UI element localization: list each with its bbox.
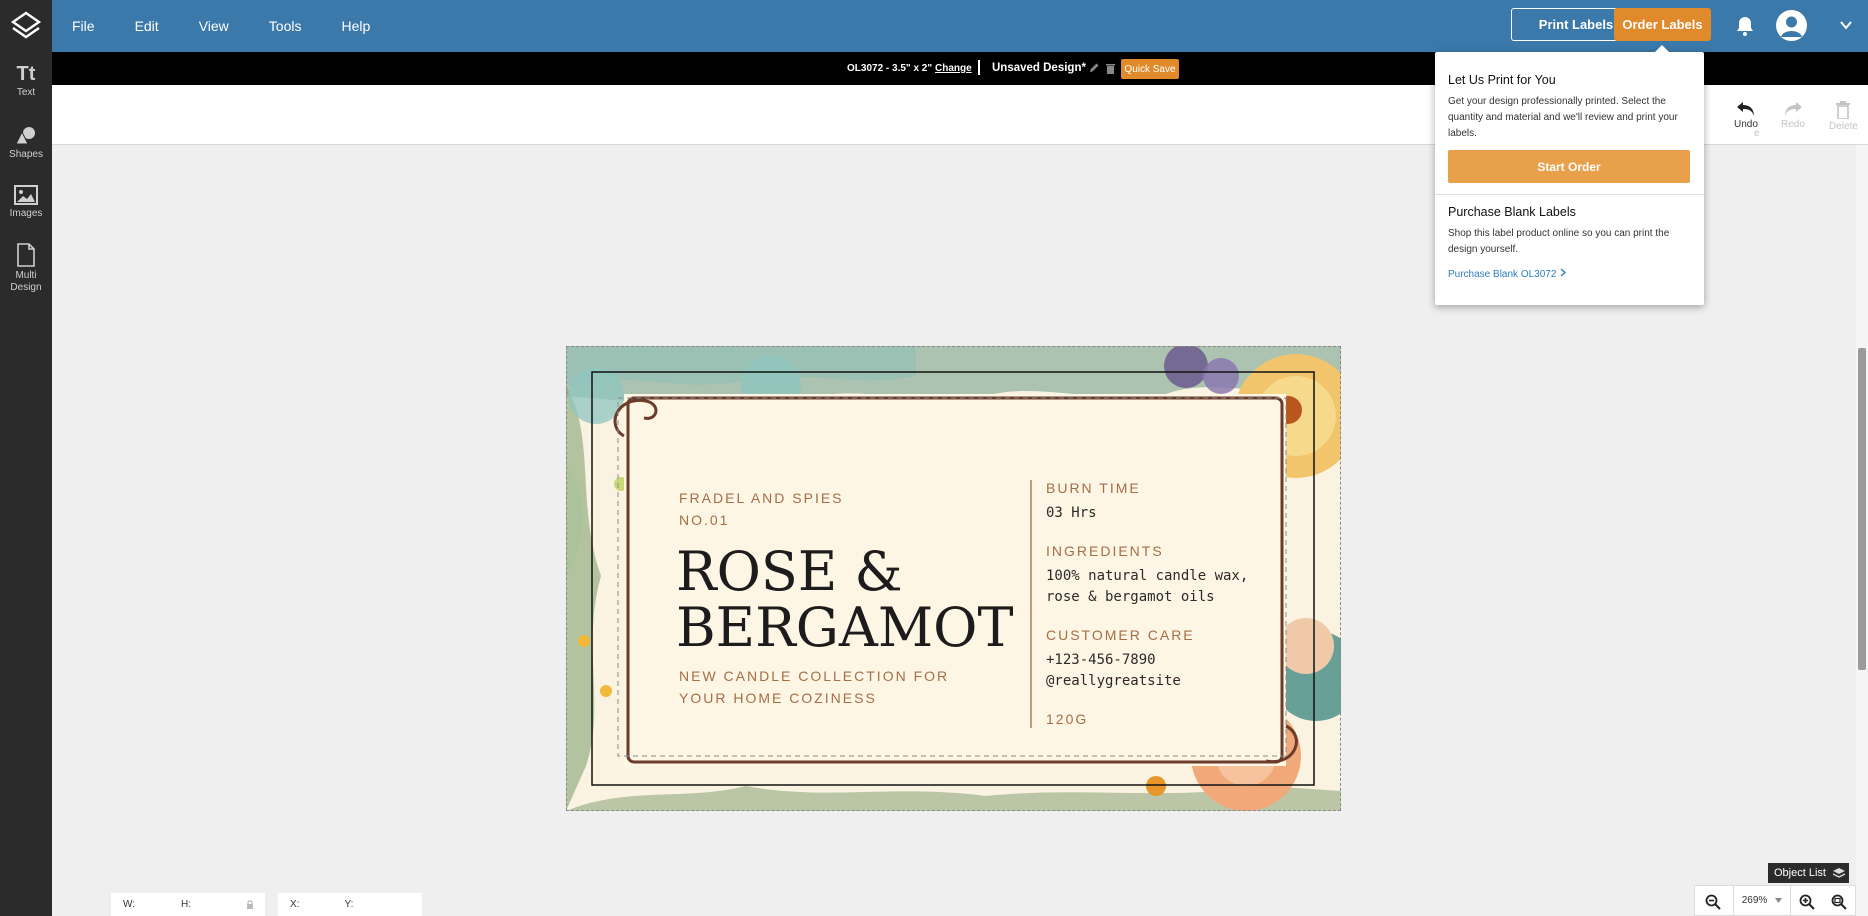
label-brand: FRADEL AND SPIES bbox=[679, 490, 844, 506]
redo-icon bbox=[1784, 102, 1802, 116]
left-sidebar: Tt Text Shapes Images Multi Design bbox=[0, 52, 52, 916]
burn-time-value: 03 Hrs bbox=[1046, 505, 1097, 521]
undo-label: Undo bbox=[1734, 119, 1758, 130]
delete-label: Delete bbox=[1829, 121, 1858, 132]
size-fields: W: H: bbox=[111, 893, 265, 916]
shapes-icon bbox=[15, 127, 35, 145]
height-field-label: H: bbox=[181, 899, 192, 910]
menu-file[interactable]: File bbox=[52, 18, 115, 34]
ingredients-line1: 100% natural candle wax, bbox=[1046, 568, 1249, 584]
redo-button[interactable]: Redo bbox=[1781, 101, 1805, 130]
text-icon: Tt bbox=[16, 63, 36, 85]
object-list-button[interactable]: Object List bbox=[1768, 863, 1849, 883]
chevron-down-icon[interactable] bbox=[1840, 20, 1852, 30]
design-name: Unsaved Design* bbox=[992, 62, 1086, 74]
menu-bar: File Edit View Tools Help bbox=[52, 0, 390, 52]
trash-icon bbox=[1836, 101, 1851, 119]
order-labels-button[interactable]: Order Labels bbox=[1614, 8, 1711, 41]
start-order-button[interactable]: Start Order bbox=[1448, 150, 1690, 183]
print-for-you-text: Get your design professionally printed. … bbox=[1448, 96, 1678, 139]
ingredients-heading: INGREDIENTS bbox=[1046, 543, 1164, 559]
purchase-blank-heading: Purchase Blank Labels bbox=[1448, 205, 1576, 219]
image-icon bbox=[14, 185, 38, 205]
zoom-fit-icon[interactable] bbox=[1831, 894, 1847, 910]
divider bbox=[978, 60, 980, 75]
quick-save-button[interactable]: Quick Save bbox=[1121, 59, 1179, 79]
pencil-icon[interactable] bbox=[1088, 62, 1100, 74]
logo-icon bbox=[10, 11, 42, 39]
scrollbar-thumb[interactable] bbox=[1858, 348, 1866, 670]
sidebar-item-label: Multi bbox=[15, 270, 37, 281]
zoom-controls: 269% bbox=[1694, 885, 1856, 916]
bell-icon[interactable] bbox=[1733, 14, 1757, 38]
zoom-level-select[interactable]: 269% bbox=[1733, 886, 1791, 915]
sidebar-item-label: Images bbox=[9, 208, 43, 219]
object-list-label: Object List bbox=[1774, 867, 1826, 879]
lock-icon[interactable] bbox=[246, 900, 254, 909]
sidebar-item-label: Design bbox=[10, 282, 42, 293]
divider bbox=[1435, 194, 1704, 195]
undo-button[interactable]: Undo bbox=[1734, 101, 1758, 130]
purchase-blank-link[interactable]: Purchase Blank OL3072 bbox=[1448, 268, 1567, 280]
document-icon bbox=[17, 243, 35, 267]
user-icon bbox=[1781, 16, 1802, 37]
width-field-label: W: bbox=[123, 899, 136, 910]
order-labels-popover: Let Us Print for You Get your design pro… bbox=[1435, 45, 1704, 305]
zoom-out-icon[interactable] bbox=[1705, 894, 1721, 910]
customer-care-site: @reallygreatsite bbox=[1046, 673, 1181, 689]
label-subtitle-line1: NEW CANDLE COLLECTION FOR bbox=[679, 668, 950, 684]
menu-view[interactable]: View bbox=[179, 18, 249, 34]
label-weight: 120G bbox=[1046, 711, 1089, 727]
redo-label: Redo bbox=[1781, 119, 1805, 130]
zoom-in-icon[interactable] bbox=[1799, 894, 1815, 910]
label-number: NO.01 bbox=[679, 512, 730, 528]
chevron-right-icon bbox=[1560, 268, 1567, 277]
sidebar-item-images[interactable]: Images bbox=[0, 185, 52, 220]
sidebar-item-shapes[interactable]: Shapes bbox=[0, 126, 52, 161]
burn-time-heading: BURN TIME bbox=[1046, 480, 1141, 496]
label-size: OL3072 - 3.5" x 2" bbox=[847, 63, 933, 74]
label-title-line2: BERGAMOT bbox=[676, 596, 1014, 659]
customer-care-phone: +123-456-7890 bbox=[1046, 652, 1156, 668]
chevron-down-icon bbox=[1775, 898, 1783, 903]
delete-button[interactable]: Delete bbox=[1829, 101, 1858, 132]
sidebar-item-text[interactable]: Tt Text bbox=[0, 64, 52, 99]
print-for-you-heading: Let Us Print for You bbox=[1448, 73, 1556, 87]
position-fields: X: Y: bbox=[278, 893, 422, 916]
app-logo[interactable] bbox=[0, 0, 52, 52]
sidebar-item-multi-design[interactable]: Multi Design bbox=[0, 243, 52, 294]
x-field-label: X: bbox=[290, 899, 300, 910]
ingredients-line2: rose & bergamot oils bbox=[1046, 589, 1215, 605]
purchase-blank-text: Shop this label product online so you ca… bbox=[1448, 228, 1670, 255]
menu-edit[interactable]: Edit bbox=[115, 18, 179, 34]
purchase-blank-link-label: Purchase Blank OL3072 bbox=[1448, 269, 1557, 280]
trash-icon[interactable] bbox=[1105, 62, 1116, 74]
customer-care-heading: CUSTOMER CARE bbox=[1046, 627, 1195, 643]
top-bar: File Edit View Tools Help Print Labels O… bbox=[0, 0, 1868, 52]
layers-icon bbox=[1832, 868, 1845, 878]
zoom-level-value: 269% bbox=[1741, 895, 1768, 906]
user-avatar[interactable] bbox=[1776, 10, 1807, 41]
label-title-line1: ROSE & bbox=[676, 540, 903, 603]
y-field-label: Y: bbox=[344, 899, 354, 910]
sidebar-item-label: Shapes bbox=[9, 149, 43, 160]
change-size-link[interactable]: Change bbox=[935, 63, 972, 74]
label-subtitle-line2: YOUR HOME COZINESS bbox=[679, 690, 877, 706]
undo-icon bbox=[1736, 102, 1754, 116]
vertical-scrollbar[interactable] bbox=[1856, 145, 1868, 916]
menu-help[interactable]: Help bbox=[321, 18, 390, 34]
menu-tools[interactable]: Tools bbox=[249, 18, 322, 34]
sidebar-item-label: Text bbox=[16, 87, 36, 98]
label-design[interactable]: FRADEL AND SPIES NO.01 ROSE & BERGAMOT N… bbox=[566, 346, 1341, 811]
